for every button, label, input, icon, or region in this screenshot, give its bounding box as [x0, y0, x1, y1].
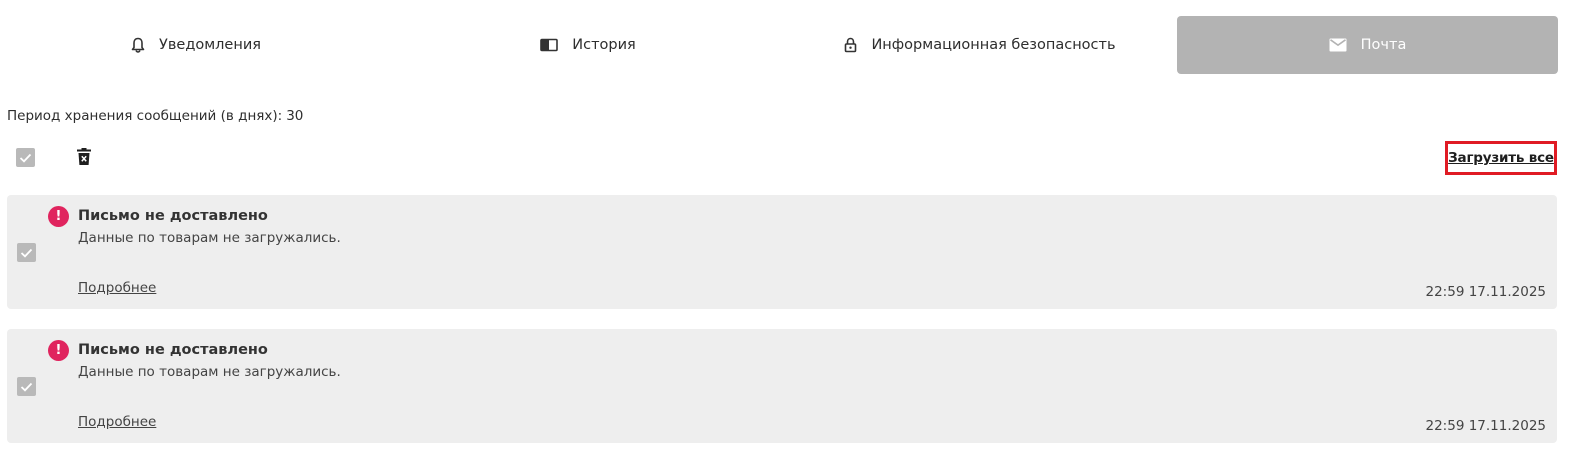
details-link[interactable]: Подробнее	[78, 280, 156, 296]
message-timestamp: 22:59 17.11.2025	[1425, 418, 1547, 434]
book-icon	[540, 38, 559, 52]
checkbox-icon	[20, 248, 33, 258]
lock-icon	[844, 37, 857, 53]
tab-label: Уведомления	[159, 37, 261, 53]
tab-information-security[interactable]: Информационная безопасность	[784, 16, 1176, 74]
alert-icon: !	[48, 340, 69, 361]
retention-period-value: 30	[286, 108, 304, 124]
message-card: ! Письмо не доставлено Данные по товарам…	[7, 329, 1557, 443]
message-timestamp: 22:59 17.11.2025	[1425, 284, 1547, 300]
tab-history[interactable]: История	[392, 16, 784, 74]
tab-label: Информационная безопасность	[871, 37, 1116, 53]
load-all-highlight: Загрузить все	[1445, 141, 1557, 175]
message-title: Письмо не доставлено	[78, 208, 268, 224]
message-text: Данные по товарам не загружались.	[78, 364, 341, 380]
bell-icon	[131, 37, 145, 54]
details-link[interactable]: Подробнее	[78, 414, 156, 430]
checkbox-icon	[19, 153, 32, 163]
tab-bar: Уведомления История Информационная безоп…	[0, 16, 1570, 74]
retention-period-label: Период хранения сообщений (в днях):	[7, 108, 283, 124]
message-card: ! Письмо не доставлено Данные по товарам…	[7, 195, 1557, 309]
message-checkbox[interactable]	[17, 243, 36, 262]
retention-period: Период хранения сообщений (в днях): 30	[7, 108, 303, 124]
message-text: Данные по товарам не загружались.	[78, 230, 341, 246]
tab-mail[interactable]: Почта	[1177, 16, 1558, 74]
tab-notifications[interactable]: Уведомления	[0, 16, 392, 74]
tab-label: История	[572, 37, 636, 53]
delete-button[interactable]	[76, 148, 92, 166]
tab-label: Почта	[1360, 37, 1407, 53]
envelope-icon	[1329, 38, 1347, 52]
alert-icon: !	[48, 206, 69, 227]
message-title: Письмо не доставлено	[78, 342, 268, 358]
trash-icon	[77, 148, 91, 165]
message-checkbox[interactable]	[17, 377, 36, 396]
select-all-checkbox[interactable]	[16, 148, 35, 167]
checkbox-icon	[20, 382, 33, 392]
load-all-link[interactable]: Загрузить все	[1448, 150, 1554, 166]
